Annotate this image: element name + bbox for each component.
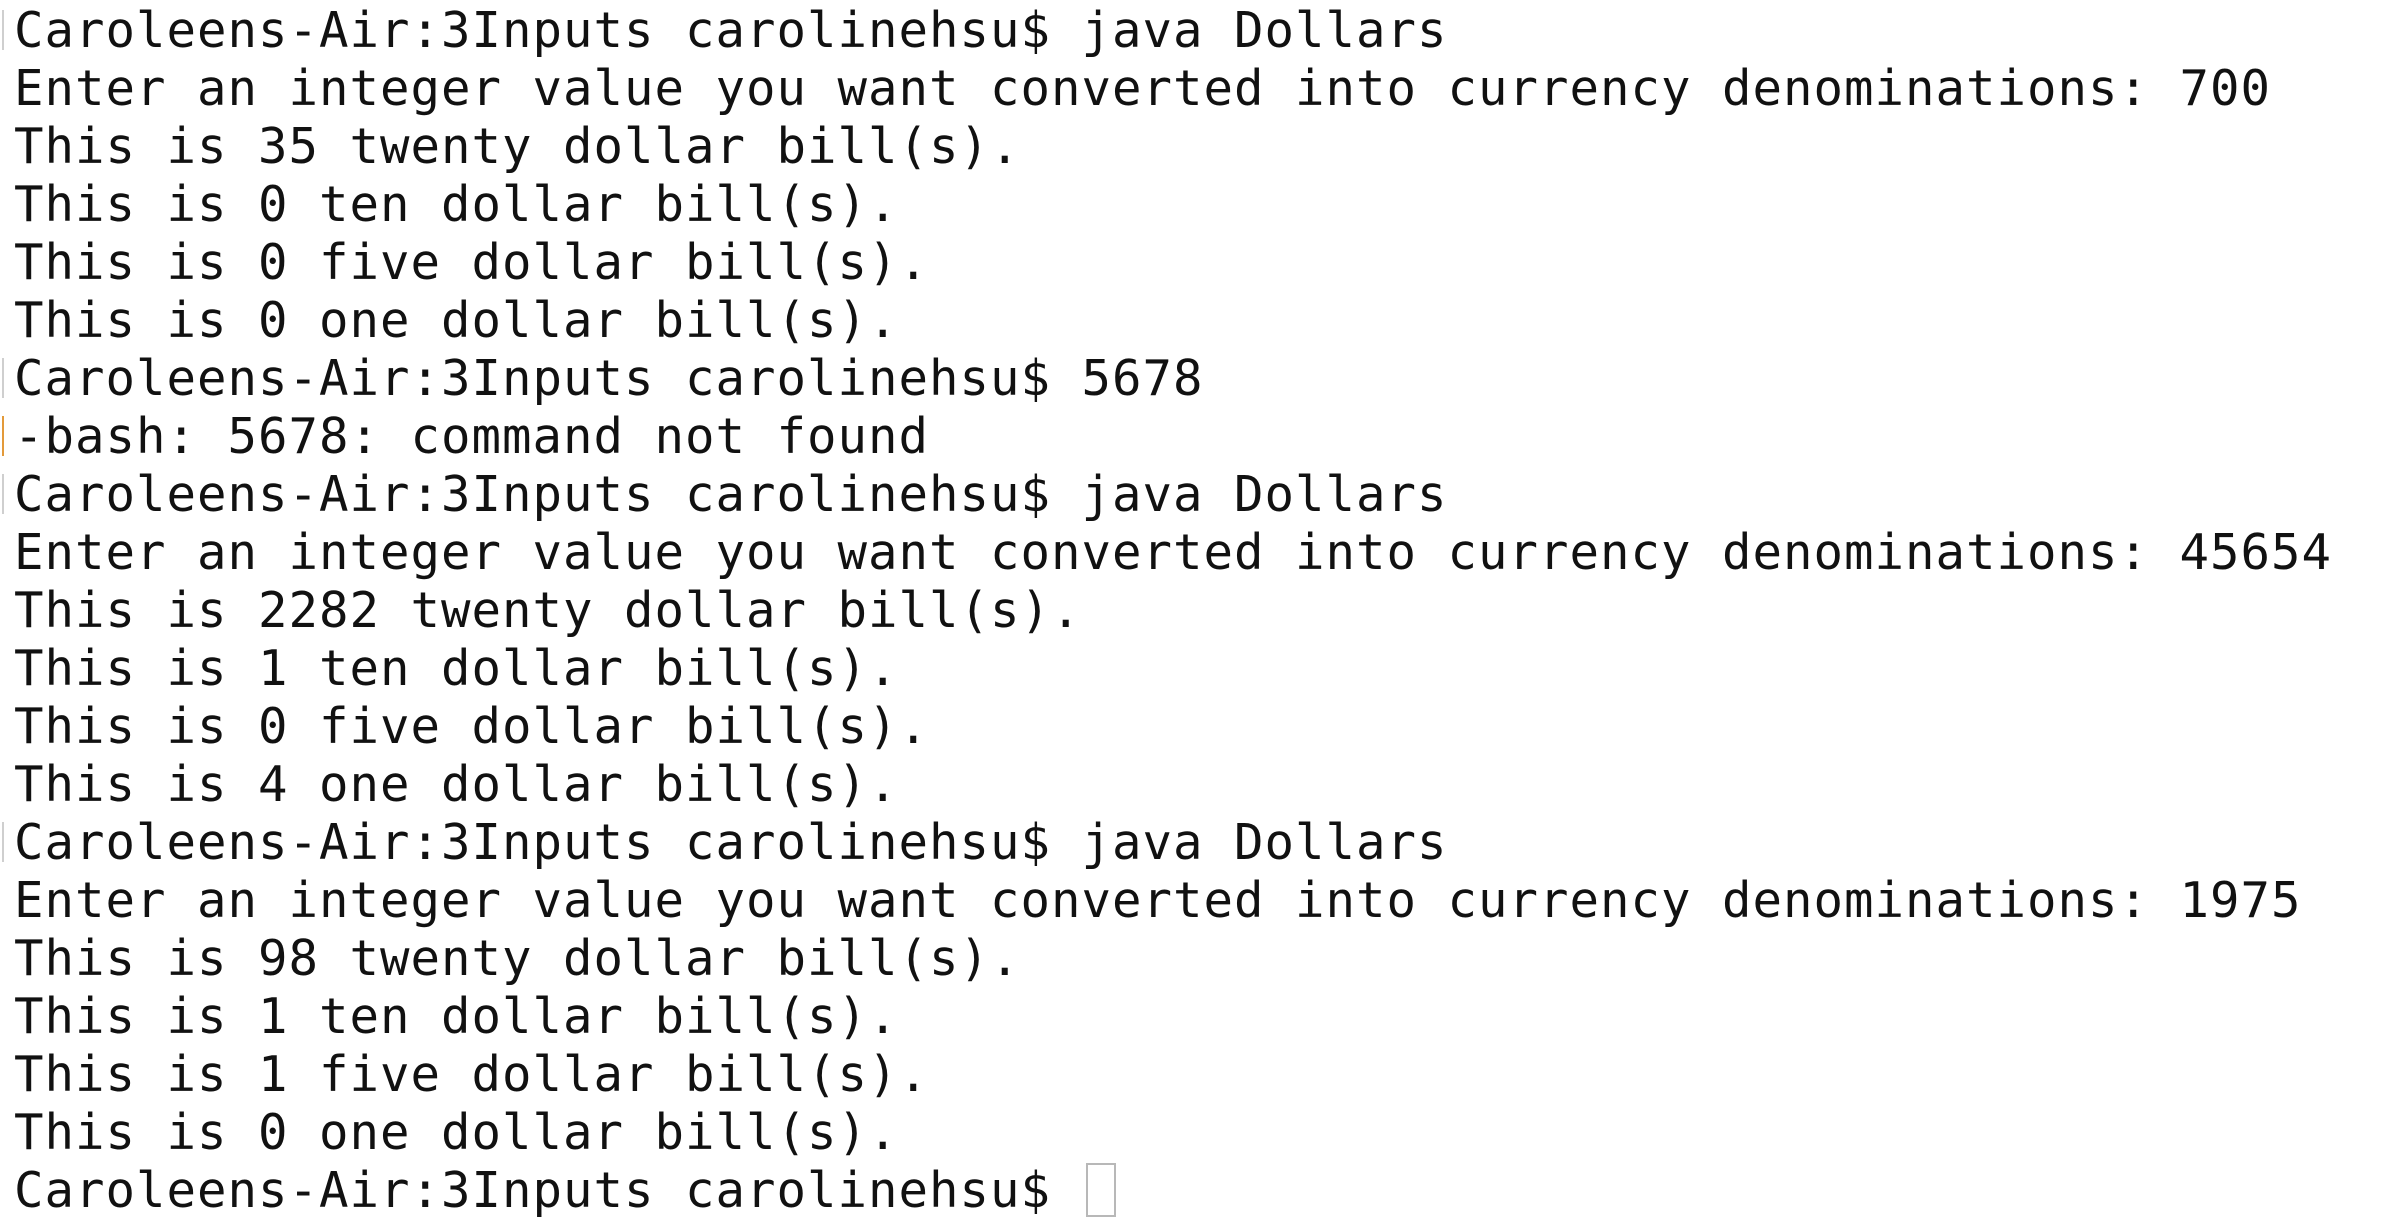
terminal-line: Caroleens-Air:3Inputs carolinehsu$ java … <box>14 466 1448 523</box>
terminal-line: This is 0 one dollar bill(s). <box>14 1104 899 1161</box>
terminal-line: This is 35 twenty dollar bill(s). <box>14 118 1021 175</box>
terminal-line: This is 0 five dollar bill(s). <box>14 234 930 291</box>
prompt-line[interactable]: Caroleens-Air:3Inputs carolinehsu$ <box>14 1162 1116 1220</box>
line-marker <box>2 822 4 862</box>
terminal-line: This is 0 five dollar bill(s). <box>14 698 930 755</box>
terminal-line: Enter an integer value you want converte… <box>14 60 2272 117</box>
terminal-line: This is 0 ten dollar bill(s). <box>14 176 899 233</box>
terminal-line: This is 1 five dollar bill(s). <box>14 1046 930 1103</box>
terminal-line: Enter an integer value you want converte… <box>14 872 2302 929</box>
terminal-line: -bash: 5678: command not found <box>14 408 930 465</box>
terminal-line: Caroleens-Air:3Inputs carolinehsu$ java … <box>14 814 1448 871</box>
line-marker <box>2 10 4 50</box>
terminal-line: Caroleens-Air:3Inputs carolinehsu$ 5678 <box>14 350 1204 407</box>
line-marker <box>2 416 4 456</box>
terminal-line: This is 1 ten dollar bill(s). <box>14 640 899 697</box>
terminal-line: This is 98 twenty dollar bill(s). <box>14 930 1021 987</box>
terminal-window[interactable]: Caroleens-Air:3Inputs carolinehsu$ java … <box>0 0 2406 1220</box>
line-marker <box>2 474 4 514</box>
text-cursor <box>1085 1163 1116 1217</box>
terminal-line: This is 1 ten dollar bill(s). <box>14 988 899 1045</box>
prompt-text: Caroleens-Air:3Inputs carolinehsu$ <box>14 1162 1082 1219</box>
terminal-line: Caroleens-Air:3Inputs carolinehsu$ java … <box>14 2 1448 59</box>
terminal-line: This is 2282 twenty dollar bill(s). <box>14 582 1082 639</box>
line-marker <box>2 358 4 398</box>
terminal-line: Enter an integer value you want converte… <box>14 524 2333 581</box>
terminal-line: This is 0 one dollar bill(s). <box>14 292 899 349</box>
terminal-line: This is 4 one dollar bill(s). <box>14 756 899 813</box>
